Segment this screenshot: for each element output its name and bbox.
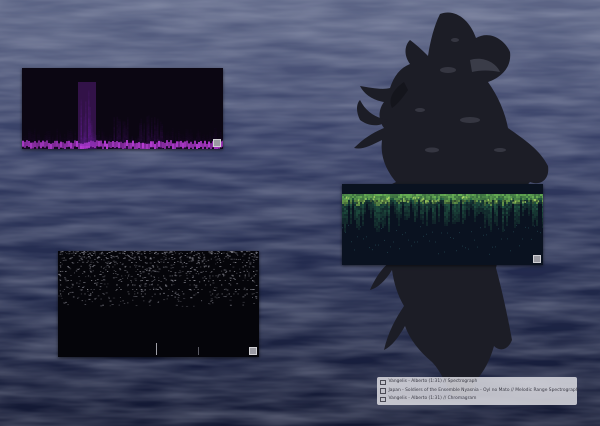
panel-badge-icon bbox=[249, 347, 257, 355]
legend-checkbox-icon bbox=[380, 379, 386, 385]
chromagram-image bbox=[58, 251, 259, 357]
legend-item: Japan - Soldiers of the Ensemble Nyasnia… bbox=[380, 387, 579, 396]
legend-checkbox-icon bbox=[380, 396, 386, 402]
legend-item: Vangelis - Alberto (1:31) // Spectrograp… bbox=[380, 378, 577, 387]
legend-item-label: Vangelis - Alberto (1:31) // Spectrograp… bbox=[388, 379, 478, 384]
panel-badge-icon bbox=[213, 139, 221, 147]
legend-checkbox-icon bbox=[380, 388, 386, 394]
legend-item-label: Japan - Soldiers of the Ensemble Nyasnia… bbox=[388, 387, 579, 393]
spectrograph-image-1 bbox=[22, 68, 223, 149]
legend-item: Vangelis - Alberto (1:31) // Chromagram bbox=[380, 395, 577, 404]
spectrograph-panel-1 bbox=[22, 68, 223, 149]
legend-item-label: Vangelis - Alberto (1:31) // Chromagram bbox=[388, 396, 477, 401]
spectrograph-panel-2 bbox=[342, 184, 543, 265]
panel-badge-icon bbox=[533, 255, 541, 263]
chromagram-panel bbox=[58, 251, 259, 357]
spectrograph-image-2 bbox=[342, 184, 543, 265]
legend-box: Vangelis - Alberto (1:31) // Spectrograp… bbox=[377, 377, 579, 405]
